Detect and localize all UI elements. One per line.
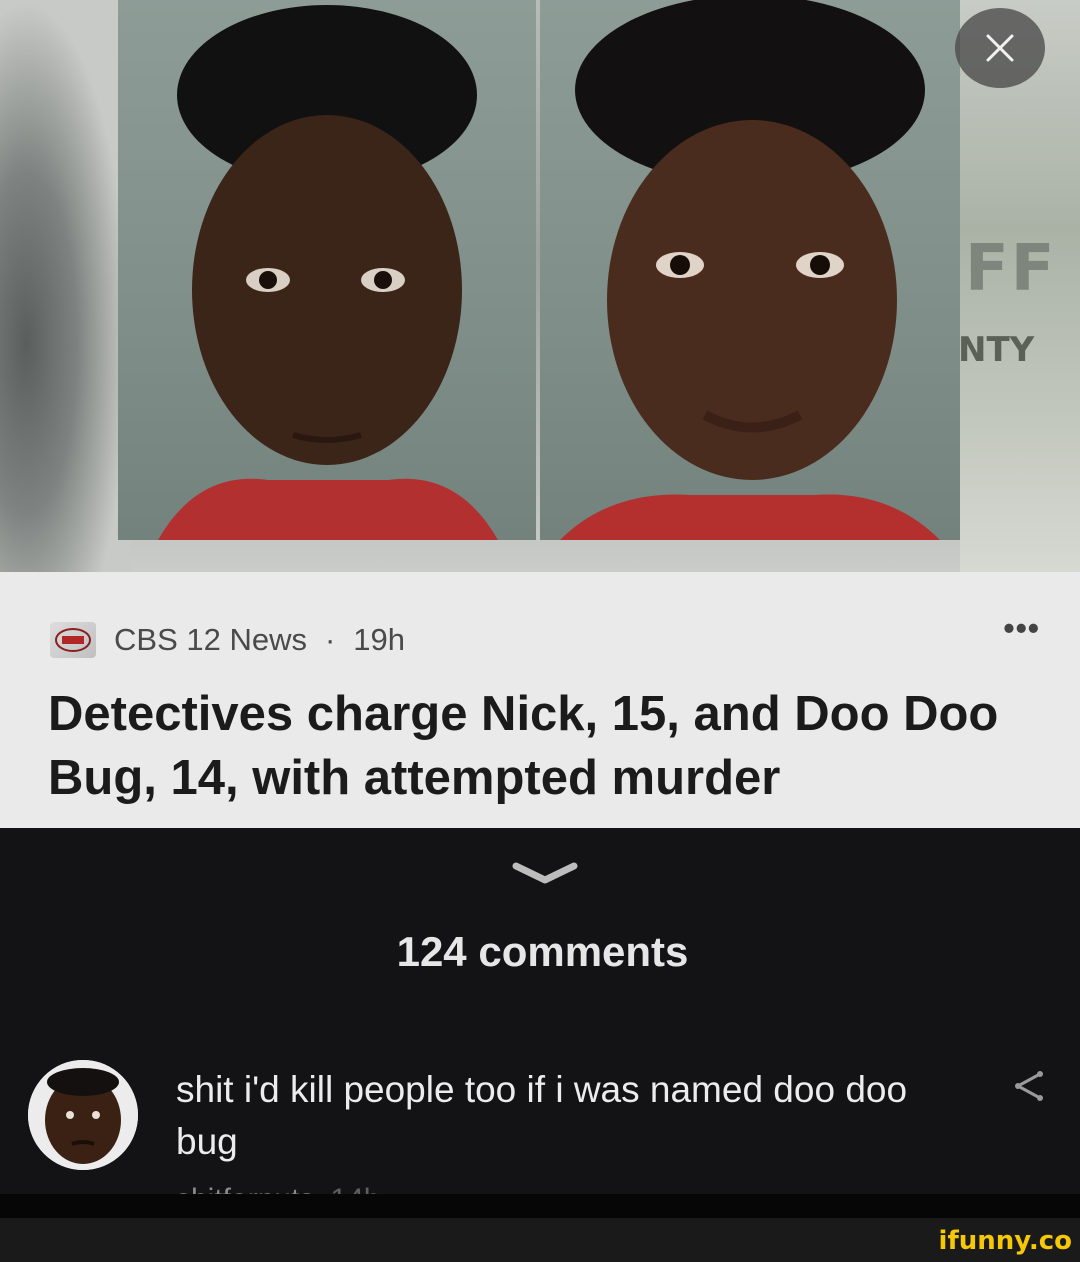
- more-options-button[interactable]: •••: [1003, 610, 1040, 647]
- background-text-ff: FF: [965, 232, 1057, 306]
- source-name[interactable]: CBS 12 News: [114, 622, 307, 658]
- chevron-down-icon[interactable]: [510, 858, 580, 893]
- separator: ·: [324, 622, 336, 657]
- cbs12-logo-icon: [50, 622, 96, 658]
- share-icon[interactable]: [1010, 1068, 1046, 1109]
- hero-image: FF NTY: [0, 0, 1080, 572]
- divider: [0, 1194, 1080, 1218]
- source-row: CBS 12 News · 19h: [50, 620, 405, 660]
- mugshot-right: [540, 0, 960, 540]
- comment-body: shit i'd kill people too if i was named …: [176, 1069, 908, 1162]
- watermark-logo: ifunny.co: [938, 1226, 1072, 1256]
- article-card[interactable]: CBS 12 News · 19h ••• Detectives charge …: [0, 572, 1080, 828]
- mugshot-left: [118, 0, 536, 540]
- background-text-nty: NTY: [958, 330, 1035, 370]
- article-headline[interactable]: Detectives charge Nick, 15, and Doo Doo …: [48, 682, 1048, 810]
- avatar[interactable]: [28, 1060, 138, 1170]
- close-icon: [986, 34, 1014, 62]
- post-age: 19h: [353, 622, 406, 657]
- comments-section: 124 comments shit i'd kill people too if…: [0, 828, 1080, 1218]
- footer-bar: [0, 1218, 1080, 1262]
- background-car-left: [0, 0, 130, 572]
- close-button[interactable]: [955, 8, 1045, 88]
- comments-count[interactable]: 124 comments: [0, 928, 1080, 976]
